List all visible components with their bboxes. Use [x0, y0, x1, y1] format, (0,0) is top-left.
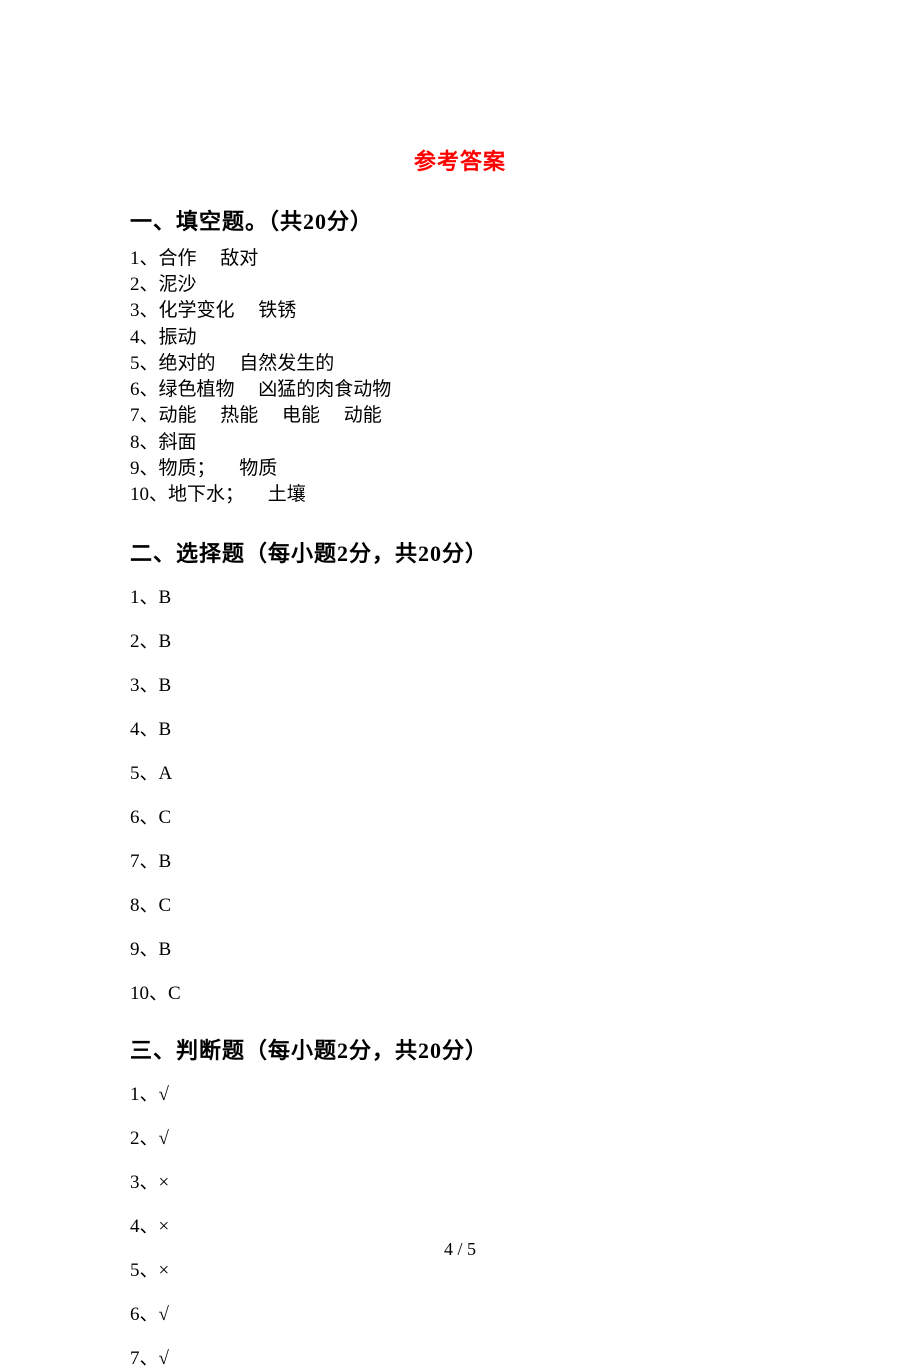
choice-answer-7: 7、B	[130, 846, 790, 873]
fill-answer-5: 5、绝对的 自然发生的	[130, 351, 790, 377]
choice-answer-10: 10、C	[130, 978, 790, 1005]
choice-answer-8: 8、C	[130, 890, 790, 917]
judge-answer-3: 3、×	[130, 1167, 790, 1194]
judge-answer-6: 6、√	[130, 1299, 790, 1326]
page-number: 4 / 5	[0, 1239, 920, 1260]
fill-answer-6: 6、绿色植物 凶猛的肉食动物	[130, 377, 790, 403]
choice-answer-1: 1、B	[130, 582, 790, 609]
choice-answer-5: 5、A	[130, 758, 790, 785]
fill-answer-7: 7、动能 热能 电能 动能	[130, 403, 790, 429]
fill-answer-3: 3、化学变化 铁锈	[130, 298, 790, 324]
fill-answer-9: 9、物质； 物质	[130, 456, 790, 482]
fill-answer-2: 2、泥沙	[130, 272, 790, 298]
judge-answer-4: 4、×	[130, 1211, 790, 1238]
choice-answer-4: 4、B	[130, 714, 790, 741]
fill-answer-1: 1、合作 敌对	[130, 246, 790, 272]
judge-answer-7: 7、√	[130, 1343, 790, 1370]
fill-answer-10: 10、地下水； 土壤	[130, 482, 790, 508]
choice-answer-2: 2、B	[130, 626, 790, 653]
judge-answer-1: 1、√	[130, 1079, 790, 1106]
answer-key-title: 参考答案	[130, 144, 790, 176]
choice-answer-3: 3、B	[130, 670, 790, 697]
section-2-header: 二、选择题（每小题2分，共20分）	[130, 536, 790, 568]
section-3-header: 三、判断题（每小题2分，共20分）	[130, 1033, 790, 1065]
fill-answer-8: 8、斜面	[130, 430, 790, 456]
judge-answer-2: 2、√	[130, 1123, 790, 1150]
choice-answer-6: 6、C	[130, 802, 790, 829]
fill-answer-4: 4、振动	[130, 325, 790, 351]
section-1-header: 一、填空题。（共20分）	[130, 204, 790, 236]
choice-answer-9: 9、B	[130, 934, 790, 961]
page-content: 参考答案 一、填空题。（共20分） 1、合作 敌对 2、泥沙 3、化学变化 铁锈…	[0, 0, 920, 1370]
